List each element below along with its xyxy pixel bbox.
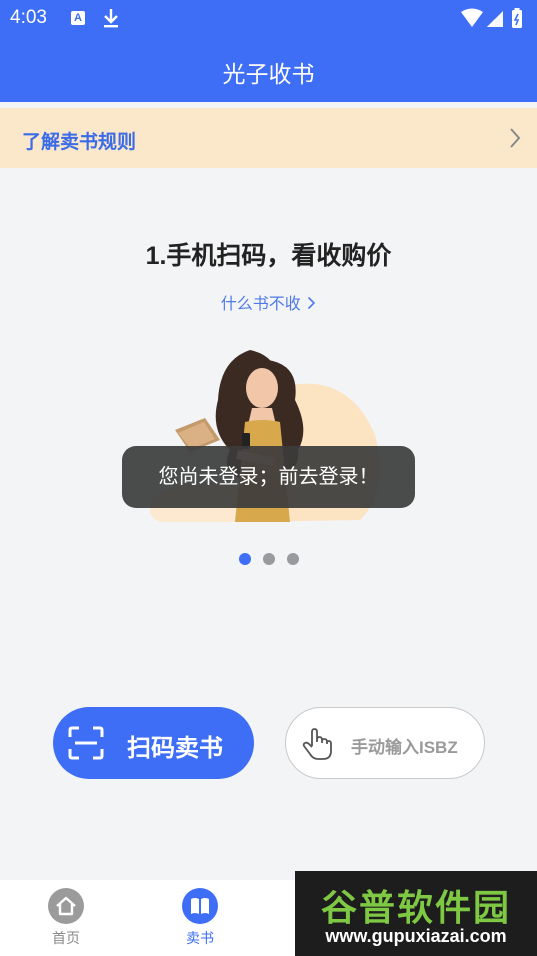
carousel-dot-3[interactable] (287, 553, 299, 565)
chevron-right-icon (509, 127, 521, 154)
app-bar: 光子收书 (0, 36, 537, 102)
signal-icon (487, 11, 503, 27)
scan-icon (67, 725, 105, 766)
battery-icon (512, 8, 522, 28)
sell-rules-banner[interactable]: 了解卖书规则 (0, 108, 537, 168)
carousel-dot-2[interactable] (263, 553, 275, 565)
nav-label-sell: 卖书 (186, 930, 214, 946)
carousel-dot-1[interactable] (239, 553, 251, 565)
a-notification-icon: A (71, 11, 85, 25)
not-accepted-books-link[interactable]: 什么书不收 (0, 290, 537, 314)
chevron-right-icon (308, 296, 316, 310)
home-icon (48, 888, 84, 929)
scan-sell-label: 扫码卖书 (127, 735, 223, 762)
watermark-title: 谷普软件园 (320, 887, 511, 928)
status-right-icons (459, 8, 529, 35)
page-title: 光子收书 (222, 61, 315, 87)
login-toast: 您尚未登录；前去登录！ (122, 446, 415, 508)
step-title: 1.手机扫码，看收购价 (145, 242, 392, 270)
status-bar: 4:03 A (0, 0, 537, 36)
status-time: 4:03 (10, 7, 47, 28)
download-icon (102, 7, 120, 34)
watermark-url: www.gupuxiazai.com (325, 926, 507, 946)
scan-sell-button[interactable]: 扫码卖书 (53, 707, 254, 779)
hand-tap-icon (300, 726, 334, 767)
watermark-logo: 谷普软件园 www.gupuxiazai.com (295, 871, 537, 956)
manual-isbn-button[interactable]: 手动输入ISBZ (285, 707, 485, 779)
manual-isbn-label: 手动输入ISBZ (351, 738, 458, 757)
nav-item-sell[interactable]: 卖书 (155, 880, 245, 956)
wifi-icon (461, 8, 483, 27)
book-icon (182, 888, 218, 929)
not-accepted-books-label: 什么书不收 (220, 296, 301, 313)
nav-label-home: 首页 (52, 930, 80, 946)
sell-rules-label: 了解卖书规则 (22, 132, 137, 153)
nav-item-home[interactable]: 首页 (21, 880, 111, 956)
